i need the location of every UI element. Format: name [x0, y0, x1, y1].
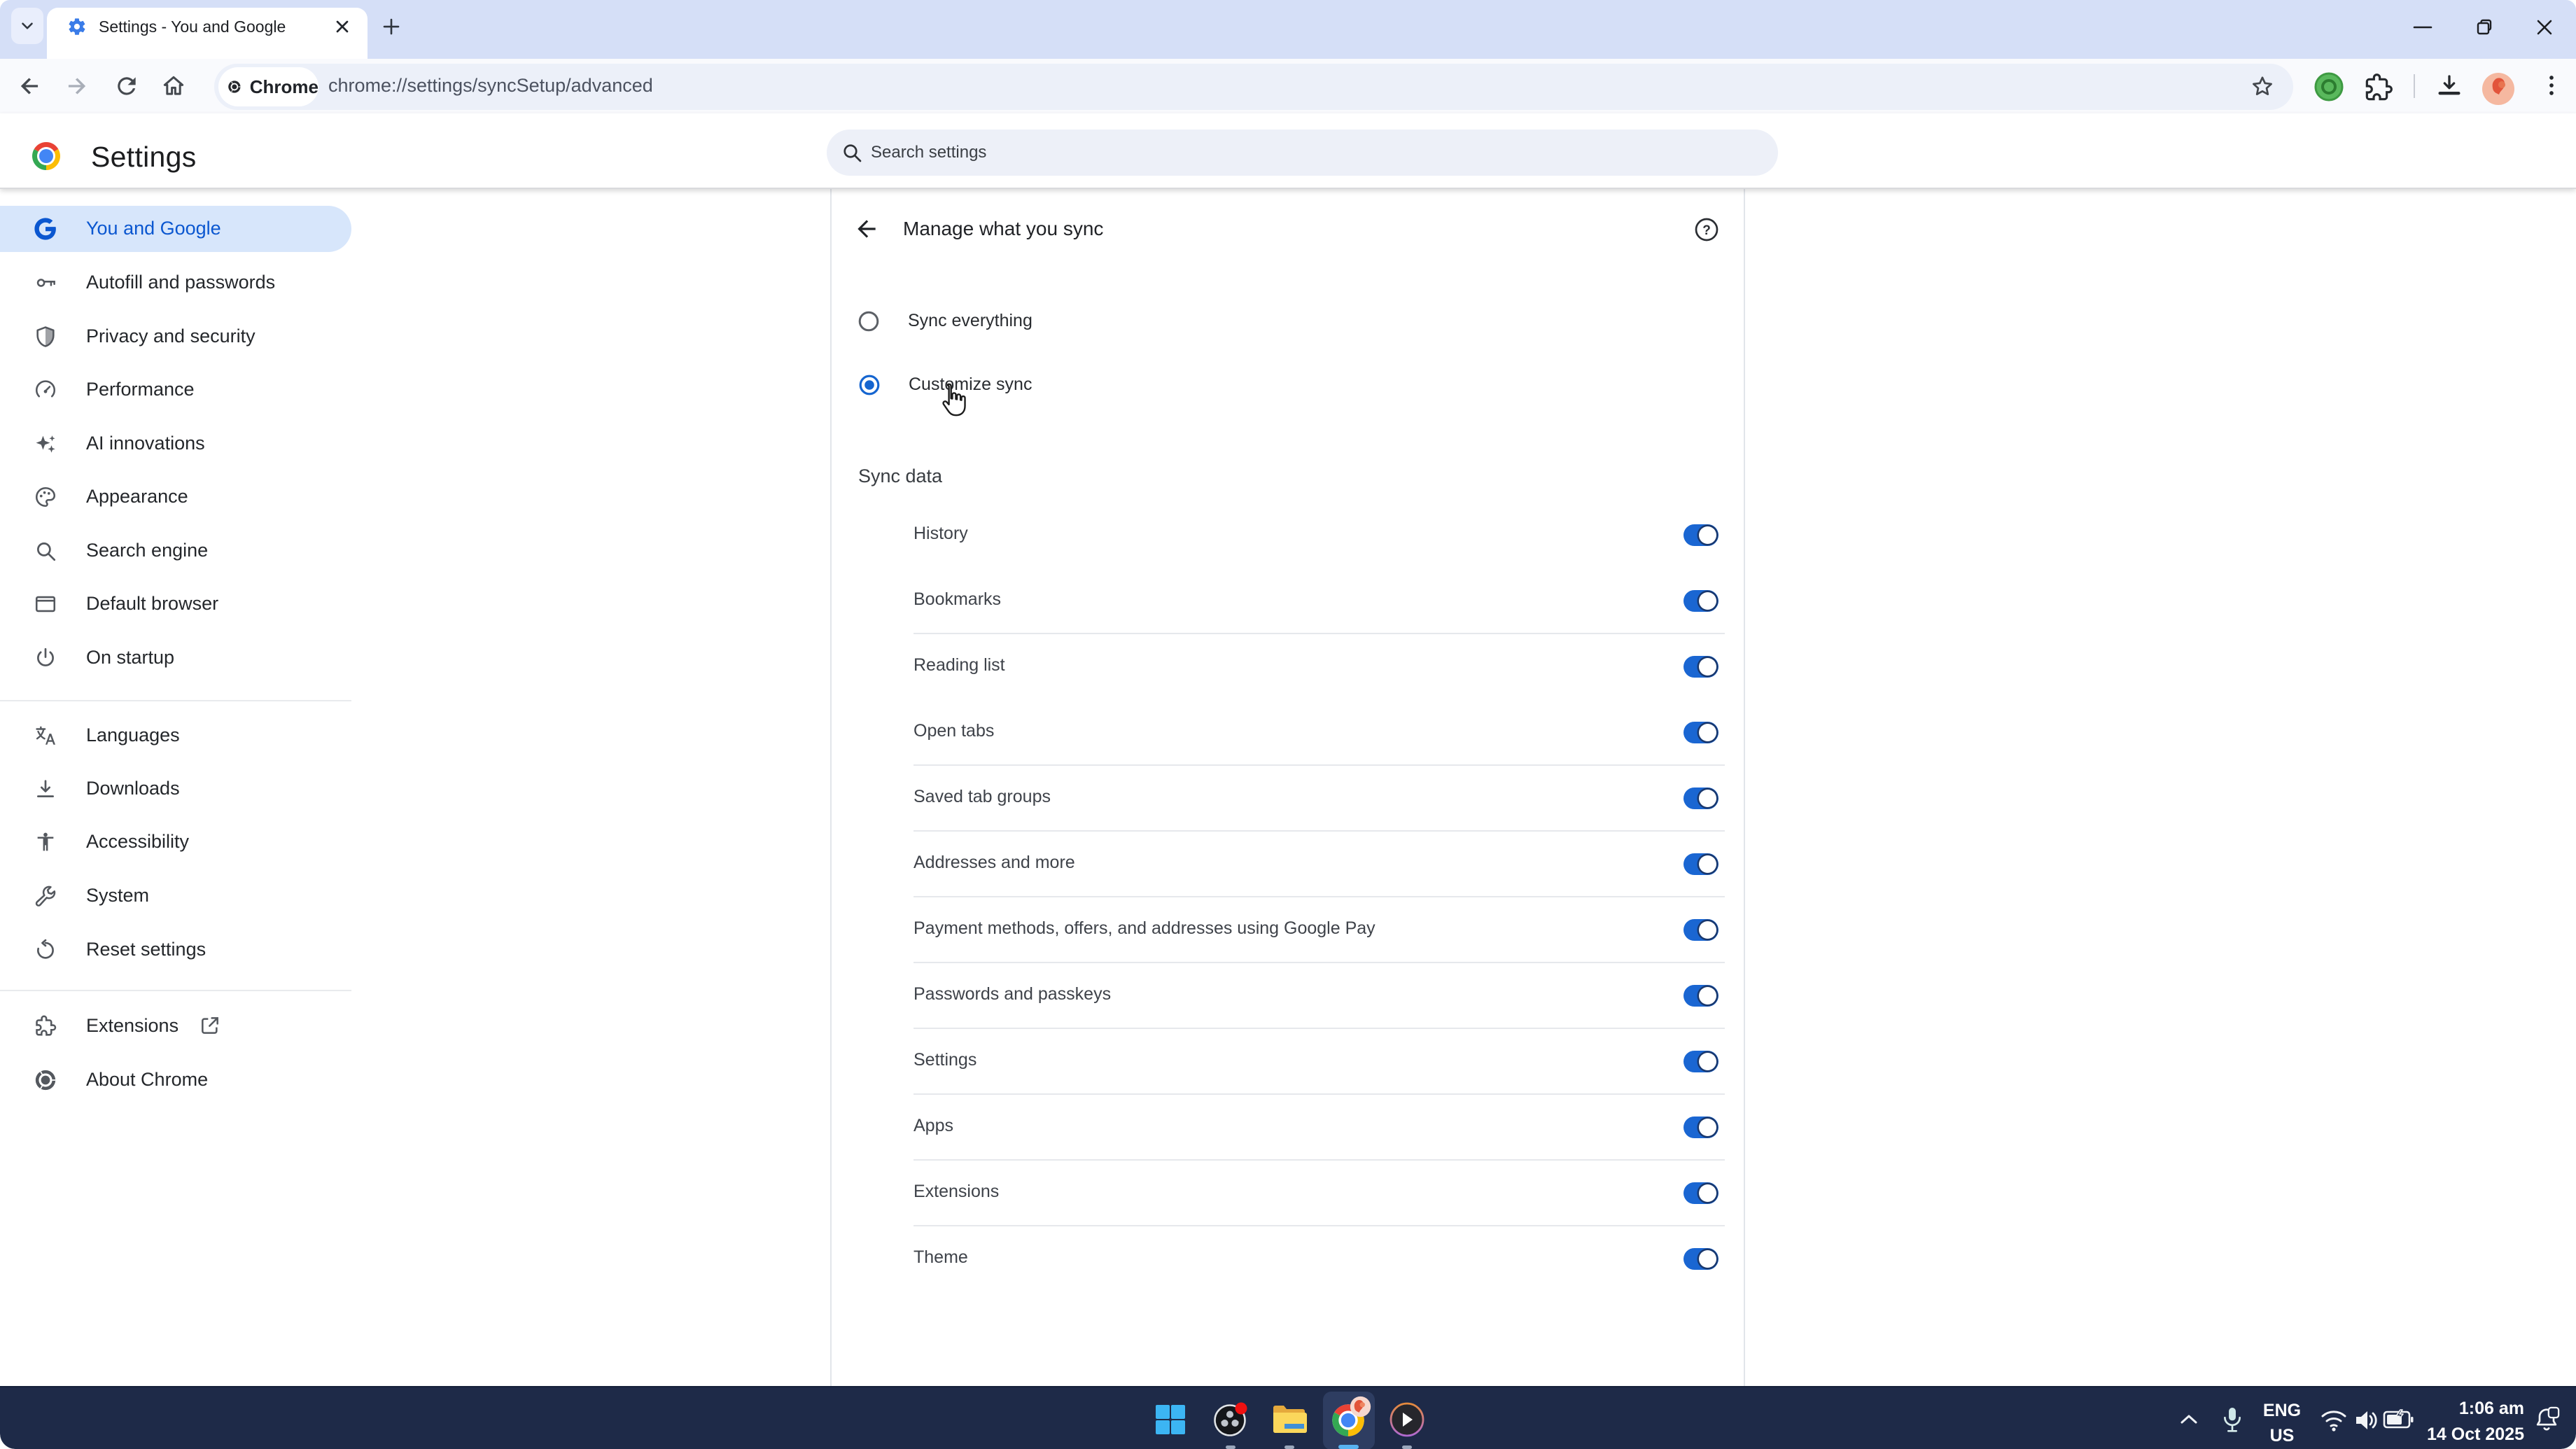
- svg-text:?: ?: [1702, 223, 1711, 238]
